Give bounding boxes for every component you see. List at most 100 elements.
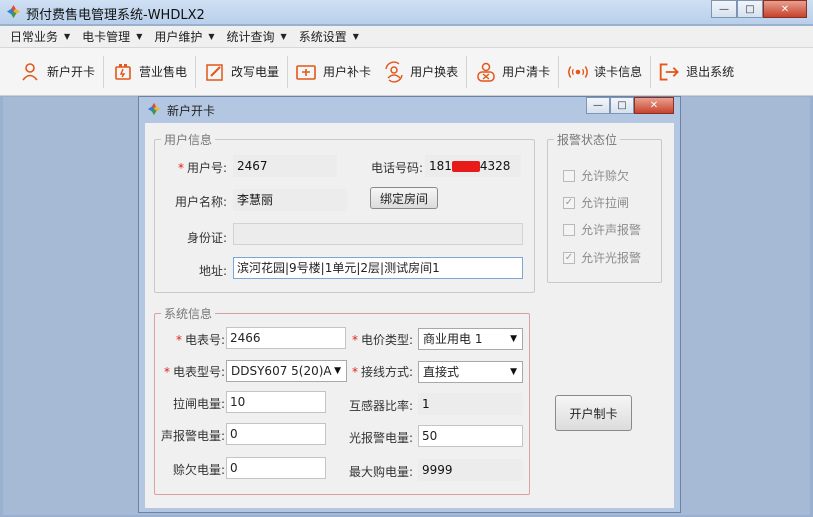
toolbar-reissue-card-button[interactable]: 用户补卡 xyxy=(290,52,377,92)
minimize-button[interactable]: — xyxy=(711,0,737,18)
menu-daily-business[interactable]: 日常业务 ▼ xyxy=(10,28,70,45)
required-mark: * xyxy=(175,333,182,347)
bind-room-button[interactable]: 绑定房间 xyxy=(370,187,438,209)
meter-model-label-text: 电表型号: xyxy=(172,365,225,379)
menu-label: 统计查询 xyxy=(226,30,275,44)
dialog-maximize-button[interactable]: □ xyxy=(610,97,634,114)
sound-alarm-label: 声报警电量: xyxy=(160,429,225,443)
meter-no-label-text: 电表号: xyxy=(184,333,225,347)
ct-ratio-value: 1 xyxy=(418,393,523,415)
checkbox-label: 允许赊欠 xyxy=(581,169,630,183)
toolbar-clear-card-button[interactable]: 用户清卡 xyxy=(469,52,556,92)
menu-label: 日常业务 xyxy=(10,30,59,44)
alarm-status-legend: 报警状态位 xyxy=(557,133,618,147)
dialog-title-bar: 新户开卡 — □ ✕ xyxy=(139,97,680,121)
toolbar-read-card-button[interactable]: 读卡信息 xyxy=(561,52,648,92)
checkbox-box xyxy=(563,223,575,236)
user-clear-icon xyxy=(475,61,497,83)
toolbar-label: 退出系统 xyxy=(686,65,735,79)
id-card-input[interactable] xyxy=(233,223,523,245)
id-card-label: 身份证: xyxy=(186,231,227,245)
checkbox-label: 允许拉闸 xyxy=(581,196,630,210)
allow-sound-alarm-checkbox[interactable]: 允许声报警 xyxy=(563,221,641,238)
meter-no-input[interactable]: 2466 xyxy=(226,327,346,349)
dialog-title: 新户开卡 xyxy=(167,104,216,118)
toolbar-sell-electricity-button[interactable]: 营业售电 xyxy=(106,52,193,92)
toolbar-label: 用户补卡 xyxy=(323,65,372,79)
user-no-label: * 用户号: xyxy=(169,159,227,176)
meter-no-label: * 电表号: xyxy=(165,331,225,348)
toolbar-change-meter-button[interactable]: 用户换表 xyxy=(377,52,464,92)
maximize-button[interactable]: □ xyxy=(737,0,763,18)
minimize-icon: — xyxy=(593,100,603,111)
title-bar: 预付费售电管理系统-WHDLX2 — □ ✕ xyxy=(0,0,813,24)
close-icon: ✕ xyxy=(780,3,790,15)
checkbox-label: 允许光报警 xyxy=(581,251,642,265)
checkbox-box xyxy=(563,169,575,182)
phone-value: 181 4328 xyxy=(425,155,521,177)
light-alarm-input[interactable]: 50 xyxy=(418,425,523,447)
close-button[interactable]: ✕ xyxy=(763,0,807,18)
edit-icon xyxy=(204,61,226,83)
toolbar-divider xyxy=(558,55,560,88)
trip-energy-input[interactable]: 10 xyxy=(226,391,326,413)
allow-light-alarm-checkbox[interactable]: ✓ 允许光报警 xyxy=(563,249,641,266)
address-input[interactable]: 滨河花园|9号楼|1单元|2层|测试房间1 xyxy=(233,257,523,279)
toolbar-divider xyxy=(650,55,652,88)
wiring-label: * 接线方式: xyxy=(343,363,413,380)
swap-user-icon xyxy=(383,61,405,83)
address-label: 地址: xyxy=(198,264,227,278)
window-title: 预付费售电管理系统-WHDLX2 xyxy=(26,8,205,23)
required-mark: * xyxy=(163,365,170,379)
toolbar-label: 新户开卡 xyxy=(47,65,96,79)
toolbar-rewrite-button[interactable]: 改写电量 xyxy=(198,52,285,92)
toolbar-label: 读卡信息 xyxy=(594,65,643,79)
user-info-legend: 用户信息 xyxy=(164,133,213,147)
trip-energy-label: 拉闸电量: xyxy=(172,397,225,411)
sound-alarm-input[interactable]: 0 xyxy=(226,423,326,445)
chevron-down-icon: ▼ xyxy=(280,32,287,41)
price-type-label: * 电价类型: xyxy=(343,331,413,348)
toolbar-label: 改写电量 xyxy=(231,65,280,79)
checkbox-box: ✓ xyxy=(563,251,575,264)
allow-credit-checkbox[interactable]: 允许赊欠 xyxy=(563,167,629,184)
menu-card-management[interactable]: 电卡管理 ▼ xyxy=(82,28,142,45)
wiring-select[interactable]: 直接式 ▼ xyxy=(418,361,523,383)
light-alarm-label: 光报警电量: xyxy=(348,431,413,445)
ct-ratio-label: 互感器比率: xyxy=(348,399,413,413)
user-add-icon xyxy=(20,61,42,83)
toolbar-new-account-button[interactable]: 新户开卡 xyxy=(14,52,101,92)
toolbar-divider xyxy=(287,55,289,88)
checkbox-label: 允许声报警 xyxy=(581,223,642,237)
price-type-select[interactable]: 商业用电 1 ▼ xyxy=(418,328,523,350)
app-logo-icon xyxy=(147,102,161,116)
battery-icon xyxy=(112,61,134,83)
open-card-button[interactable]: 开户制卡 xyxy=(555,395,632,431)
dropdown-arrow-icon: ▼ xyxy=(510,334,517,344)
required-mark: * xyxy=(351,365,358,379)
required-mark: * xyxy=(177,161,184,175)
price-type-value: 商业用电 1 xyxy=(423,332,483,346)
meter-model-select[interactable]: DDSY607 5(20)A ▼ xyxy=(226,360,347,382)
menu-label: 用户维护 xyxy=(154,30,203,44)
toolbar-exit-button[interactable]: 退出系统 xyxy=(653,52,740,92)
allow-trip-checkbox[interactable]: ✓ 允许拉闸 xyxy=(563,194,629,211)
menu-user-maintenance[interactable]: 用户维护 ▼ xyxy=(154,28,214,45)
phone-suffix: 4328 xyxy=(479,159,511,173)
price-type-label-text: 电价类型: xyxy=(360,333,413,347)
user-no-label-text: 用户号: xyxy=(186,161,227,175)
toolbar-divider xyxy=(103,55,105,88)
maximize-icon: □ xyxy=(617,100,627,111)
chevron-down-icon: ▼ xyxy=(64,32,71,41)
menu-statistics[interactable]: 统计查询 ▼ xyxy=(227,28,287,45)
dialog-minimize-button[interactable]: — xyxy=(586,97,610,114)
card-add-icon xyxy=(296,61,318,83)
credit-energy-input[interactable]: 0 xyxy=(226,457,326,479)
menu-system-settings[interactable]: 系统设置 ▼ xyxy=(299,28,359,45)
dialog-body: 用户信息 * 用户号: 2467 电话号码: 181 4328 用户名称: 李慧丽 … xyxy=(145,123,674,508)
dialog-close-button[interactable]: ✕ xyxy=(634,97,674,114)
wiring-label-text: 接线方式: xyxy=(360,365,413,379)
wiring-value: 直接式 xyxy=(423,365,460,379)
main-window: 预付费售电管理系统-WHDLX2 — □ ✕ 日常业务 ▼ 电卡管理 ▼ 用户维护 ▼… xyxy=(0,0,813,517)
system-info-legend: 系统信息 xyxy=(164,307,213,321)
